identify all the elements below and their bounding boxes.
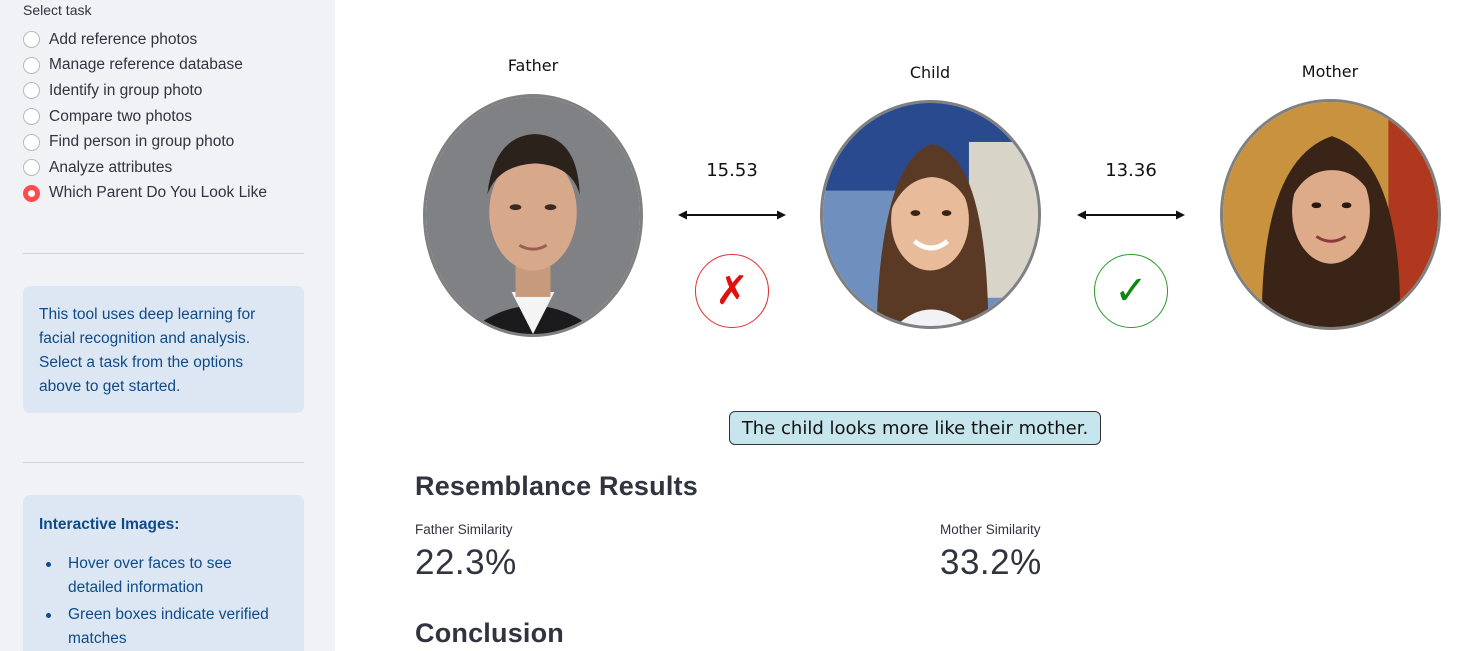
interactive-images-box: Interactive Images: Hover over faces to … [23,495,304,651]
mother-face-image [1223,102,1438,327]
child-photo[interactable] [820,100,1041,329]
radio-label: Manage reference database [49,56,243,74]
radio-label: Identify in group photo [49,81,203,99]
mother-distance-value: 13.36 [1105,160,1157,181]
radio-button-icon[interactable] [23,133,40,151]
father-distance-value: 15.53 [706,160,758,181]
radio-compare-two-photos[interactable]: Compare two photos [23,104,267,130]
radio-identify-in-group-photo[interactable]: Identify in group photo [23,78,267,104]
radio-analyze-attributes[interactable]: Analyze attributes [23,155,267,181]
father-similarity-label: Father Similarity [415,522,513,537]
sidebar-divider [23,253,304,254]
radio-label: Analyze attributes [49,158,173,176]
parent-comparison-figure: Father Child Mother 15.53 ✗ 13.36 ✓ The … [335,0,1467,450]
father-similarity-metric: Father Similarity 22.3% [415,522,517,583]
radio-button-icon[interactable] [23,31,40,49]
sidebar: Select task Add reference photos Manage … [0,0,335,651]
radio-add-reference-photos[interactable]: Add reference photos [23,27,267,53]
interactive-images-list: Hover over faces to see detailed informa… [39,552,288,651]
mother-label: Mother [1301,62,1359,81]
radio-button-icon[interactable] [23,56,40,74]
conclusion-heading: Conclusion [415,618,564,648]
main-content: Father Child Mother 15.53 ✗ 13.36 ✓ The … [335,0,1467,651]
mother-photo[interactable] [1220,99,1441,330]
mother-similarity-value: 33.2% [940,543,1042,582]
radio-button-icon[interactable] [23,82,40,100]
radio-label: Compare two photos [49,107,193,125]
father-photo[interactable] [423,94,643,337]
father-face-image [426,97,640,334]
task-radio-group: Add reference photos Manage reference da… [23,27,267,206]
double-arrow-icon [1077,210,1185,220]
interactive-images-heading: Interactive Images: [39,516,180,533]
double-arrow-icon [678,210,786,220]
resemblance-results-heading: Resemblance Results [415,471,698,501]
father-similarity-value: 22.3% [415,543,517,582]
radio-label: Find person in group photo [49,133,235,151]
info-text: This tool uses deep learning for facial … [39,306,256,395]
info-box: This tool uses deep learning for facial … [23,286,304,413]
radio-button-icon[interactable] [23,159,40,177]
result-caption: The child looks more like their mother. [729,411,1101,445]
father-label: Father [507,56,559,75]
child-label: Child [909,63,951,82]
mother-similarity-label: Mother Similarity [940,522,1041,537]
radio-label: Add reference photos [49,30,198,48]
mother-similarity-metric: Mother Similarity 33.2% [940,522,1042,583]
radio-label: Which Parent Do You Look Like [49,184,267,202]
radio-selected-icon[interactable] [23,184,40,202]
sidebar-divider [23,462,304,463]
checkmark-icon: ✓ [1094,254,1168,328]
radio-find-person-in-group-photo[interactable]: Find person in group photo [23,129,267,155]
cross-icon: ✗ [695,254,769,328]
radio-which-parent-do-you-look-like[interactable]: Which Parent Do You Look Like [23,181,267,207]
select-task-label: Select task [23,2,92,18]
list-item: Green boxes indicate verified matches [39,603,288,651]
radio-button-icon[interactable] [23,108,40,126]
radio-manage-reference-database[interactable]: Manage reference database [23,53,267,79]
list-item: Hover over faces to see detailed informa… [39,552,288,600]
child-face-image [823,103,1038,326]
